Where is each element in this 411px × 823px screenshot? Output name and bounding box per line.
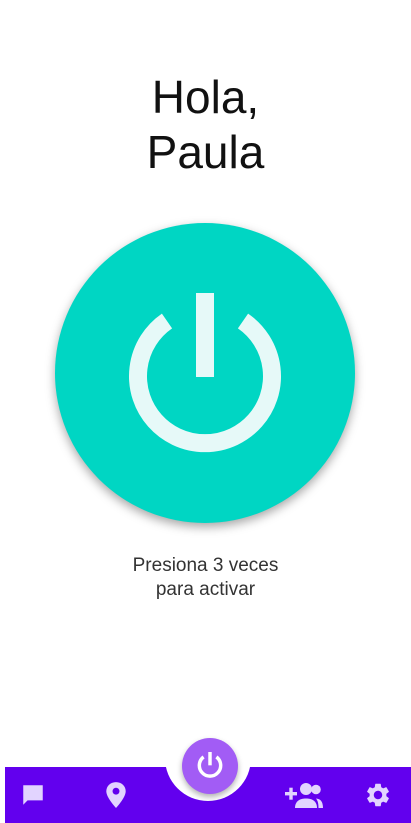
nav-item-messages[interactable] xyxy=(5,767,61,823)
location-pin-icon xyxy=(106,782,126,808)
greeting-line-name: Paula xyxy=(146,126,265,178)
greeting-line-hello: Hola, xyxy=(151,71,260,123)
greeting-title: Hola, Paula xyxy=(0,70,411,180)
nav-item-add-contact[interactable] xyxy=(276,767,332,823)
hint-line-1: Presiona 3 veces xyxy=(132,555,279,576)
chat-icon xyxy=(23,785,43,805)
gear-icon xyxy=(367,783,389,807)
nav-item-location[interactable] xyxy=(88,767,144,823)
power-icon xyxy=(129,293,281,453)
panic-power-button[interactable] xyxy=(55,223,355,523)
home-screen: Hola, Paula Presiona 3 veces para activa… xyxy=(0,0,411,823)
fab-power-button[interactable] xyxy=(182,738,238,794)
power-icon xyxy=(197,752,223,778)
nav-item-settings[interactable] xyxy=(350,767,406,823)
hint-line-2: para activar xyxy=(155,579,256,600)
activation-hint: Presiona 3 veces para activar xyxy=(0,554,411,602)
add-contact-icon xyxy=(285,783,323,808)
